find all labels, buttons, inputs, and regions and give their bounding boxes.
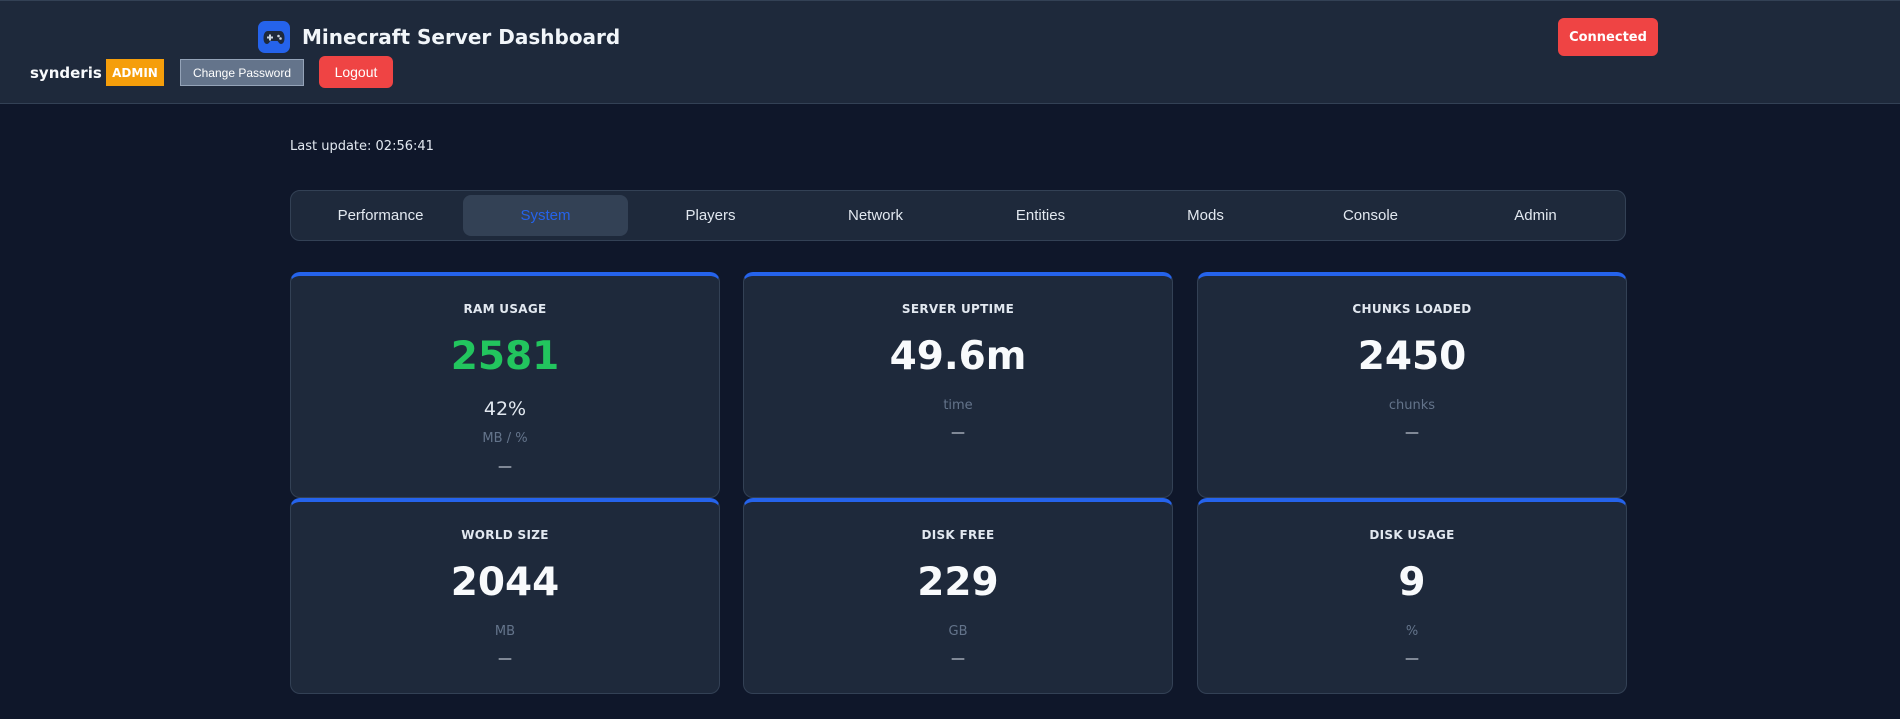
metric-unit: time <box>943 398 973 413</box>
metric-trend: — <box>498 651 512 667</box>
metric-trend: — <box>1405 425 1419 441</box>
tab-console[interactable]: Console <box>1288 195 1453 236</box>
metric-percent: 42% <box>483 398 527 420</box>
metric-title: SERVER UPTIME <box>901 302 1015 316</box>
metric-trend: — <box>951 651 965 667</box>
metric-card-world-size: WORLD SIZE 2044 MB — <box>290 498 720 694</box>
gamepad-icon <box>258 21 290 53</box>
tab-players[interactable]: Players <box>628 195 793 236</box>
metric-value: 2450 <box>1357 334 1467 379</box>
app-title: Minecraft Server Dashboard <box>302 25 621 49</box>
tab-entities[interactable]: Entities <box>958 195 1123 236</box>
metric-trend: — <box>1405 651 1419 667</box>
metric-unit: MB <box>494 624 516 639</box>
last-update-label: Last update: 02:56:41 <box>290 139 434 154</box>
change-password-button[interactable]: Change Password <box>180 59 304 86</box>
tab-system[interactable]: System <box>463 195 628 236</box>
metric-title: CHUNKS LOADED <box>1352 302 1472 316</box>
metric-value: 229 <box>917 560 999 605</box>
metric-value: 2044 <box>450 560 560 605</box>
metric-trend: — <box>951 425 965 441</box>
username-label: synderis <box>30 64 102 82</box>
metric-title: DISK USAGE <box>1369 528 1455 542</box>
metric-value: 49.6m <box>889 334 1027 379</box>
metric-trend: — <box>498 459 512 475</box>
tab-performance[interactable]: Performance <box>298 195 463 236</box>
metric-title: DISK FREE <box>921 528 995 542</box>
metric-card-server-uptime: SERVER UPTIME 49.6m time — <box>743 272 1173 498</box>
metric-unit: % <box>1405 624 1419 639</box>
tab-network[interactable]: Network <box>793 195 958 236</box>
metric-card-disk-free: DISK FREE 229 GB — <box>743 498 1173 694</box>
connection-status-badge: Connected <box>1558 18 1658 56</box>
tab-admin[interactable]: Admin <box>1453 195 1618 236</box>
header-bar: Minecraft Server Dashboard synderis ADMI… <box>0 0 1900 104</box>
metric-card-chunks-loaded: CHUNKS LOADED 2450 chunks — <box>1197 272 1627 498</box>
role-badge: ADMIN <box>106 59 164 86</box>
metric-unit: GB <box>948 624 968 639</box>
tab-bar: Performance System Players Network Entit… <box>290 190 1626 241</box>
metric-card-ram-usage: RAM USAGE 2581 42% MB / % — <box>290 272 720 498</box>
metric-value: 2581 <box>450 334 560 379</box>
metric-title: WORLD SIZE <box>461 528 549 542</box>
logout-button[interactable]: Logout <box>319 56 393 88</box>
metric-value: 9 <box>1398 560 1426 605</box>
metric-unit: chunks <box>1388 398 1436 413</box>
metric-card-disk-usage: DISK USAGE 9 % — <box>1197 498 1627 694</box>
tab-mods[interactable]: Mods <box>1123 195 1288 236</box>
metric-title: RAM USAGE <box>463 302 547 316</box>
metric-unit: MB / % <box>482 431 528 446</box>
